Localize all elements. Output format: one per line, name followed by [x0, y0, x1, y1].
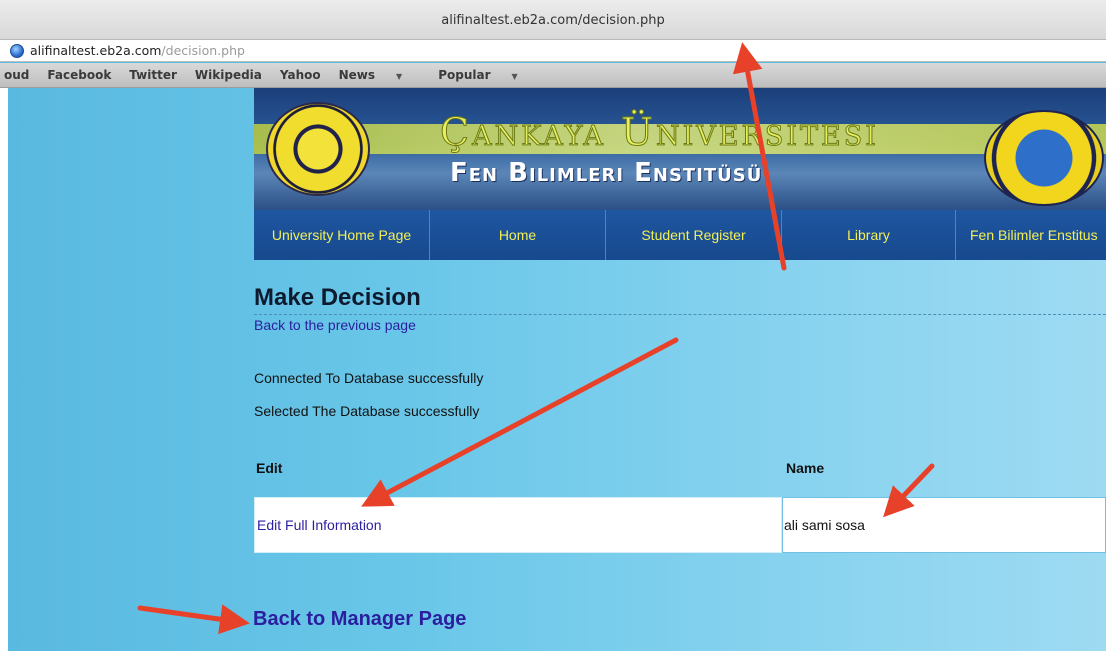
window-title: alifinaltest.eb2a.com/decision.php: [441, 13, 665, 28]
globe-icon: [10, 43, 24, 58]
table-row: Edit Full Information ali sami sosa: [254, 497, 1106, 553]
bookmark-twitter[interactable]: Twitter: [129, 68, 177, 82]
student-name: ali sami sosa: [784, 517, 865, 533]
back-previous-link[interactable]: Back to the previous page: [254, 317, 416, 333]
table-cell-edit: Edit Full Information: [254, 497, 782, 553]
title-divider: [254, 314, 1106, 315]
site-banner: Çankaya Üniversitesi Fen Bilimleri Ensti…: [254, 88, 1106, 210]
address-bar[interactable]: alifinaltest.eb2a.com/decision.php: [0, 40, 1106, 62]
window-titlebar: alifinaltest.eb2a.com/decision.php: [0, 0, 1106, 40]
nav-student-register[interactable]: Student Register: [606, 210, 782, 260]
address-path: /decision.php: [161, 43, 245, 58]
bookmarks-bar: oud Facebook Twitter Wikipedia Yahoo New…: [0, 63, 1106, 88]
bookmark-popular-label: Popular: [438, 68, 491, 82]
banner-title: Çankaya Üniversitesi: [440, 110, 879, 155]
page-title: Make Decision: [254, 284, 421, 311]
bookmark-oud[interactable]: oud: [4, 68, 29, 82]
table-header-name: Name: [786, 460, 825, 476]
nav-home[interactable]: Home: [430, 210, 606, 260]
main-nav: University Home Page Home Student Regist…: [254, 210, 1106, 260]
page-left-edge: [0, 88, 8, 651]
banner-subtitle: Fen Bilimleri Enstitüsü: [450, 158, 763, 188]
chevron-down-icon: ▼: [396, 72, 403, 81]
nav-fen-bilimler[interactable]: Fen Bilimler Enstitus: [956, 210, 1106, 260]
bookmark-news-label: News: [338, 68, 376, 82]
institute-globe-logo: [984, 110, 1104, 206]
table-header-edit: Edit: [256, 460, 283, 476]
bookmark-facebook[interactable]: Facebook: [47, 68, 111, 82]
address-host: alifinaltest.eb2a.com: [30, 43, 162, 58]
chevron-down-icon: ▼: [511, 72, 518, 81]
back-to-manager-link[interactable]: Back to Manager Page: [253, 608, 466, 631]
edit-full-information-link[interactable]: Edit Full Information: [257, 517, 382, 533]
status-message-selected: Selected The Database successfully: [254, 403, 480, 419]
nav-library[interactable]: Library: [782, 210, 956, 260]
university-seal-logo: [266, 102, 370, 196]
bookmark-wikipedia[interactable]: Wikipedia: [195, 68, 262, 82]
status-message-connected: Connected To Database successfully: [254, 370, 484, 386]
bookmark-yahoo[interactable]: Yahoo: [280, 68, 321, 82]
bookmark-popular[interactable]: Popular ▼: [438, 68, 535, 82]
bookmark-news[interactable]: News ▼: [339, 68, 421, 82]
table-cell-name: ali sami sosa: [782, 497, 1106, 553]
nav-university-home[interactable]: University Home Page: [254, 210, 430, 260]
